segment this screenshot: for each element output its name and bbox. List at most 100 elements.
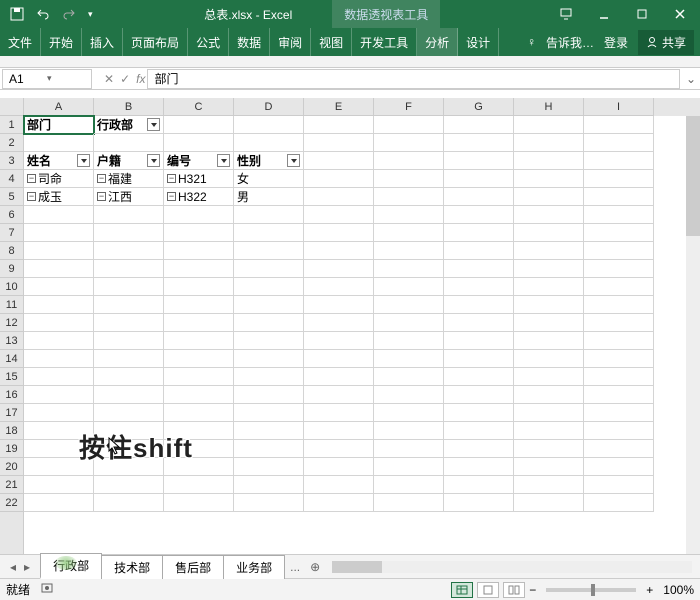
cell[interactable] xyxy=(514,332,584,350)
formula-input[interactable]: 部门 xyxy=(147,69,680,89)
tab-analyze[interactable]: 分析 xyxy=(417,28,458,56)
cell[interactable] xyxy=(514,152,584,170)
cell[interactable] xyxy=(234,350,304,368)
cell[interactable] xyxy=(584,404,654,422)
cell[interactable] xyxy=(234,404,304,422)
login-link[interactable]: 登录 xyxy=(604,34,628,51)
cell[interactable] xyxy=(374,296,444,314)
sheet-tab[interactable]: 技术部 xyxy=(101,555,163,579)
collapse-icon[interactable]: − xyxy=(97,174,106,183)
cell[interactable] xyxy=(164,314,234,332)
cell[interactable] xyxy=(514,260,584,278)
cell[interactable] xyxy=(584,206,654,224)
cell[interactable] xyxy=(94,206,164,224)
cell[interactable]: −H321 xyxy=(164,170,234,188)
cell[interactable] xyxy=(514,368,584,386)
enter-icon[interactable]: ✓ xyxy=(120,72,130,86)
collapse-icon[interactable]: − xyxy=(167,192,176,201)
tab-data[interactable]: 数据 xyxy=(229,28,270,56)
save-icon[interactable] xyxy=(8,5,26,23)
filter-dropdown-icon[interactable] xyxy=(147,154,160,167)
row-header[interactable]: 5 xyxy=(0,188,23,206)
cell[interactable] xyxy=(234,476,304,494)
tab-insert[interactable]: 插入 xyxy=(82,28,123,56)
tab-view[interactable]: 视图 xyxy=(311,28,352,56)
column-header[interactable]: F xyxy=(374,98,444,116)
cell[interactable] xyxy=(374,368,444,386)
cell[interactable] xyxy=(374,260,444,278)
cell[interactable] xyxy=(304,188,374,206)
cell[interactable]: −江西 xyxy=(94,188,164,206)
row-header[interactable]: 10 xyxy=(0,278,23,296)
cell[interactable] xyxy=(94,278,164,296)
zoom-out-button[interactable]: − xyxy=(529,583,536,597)
chevron-down-icon[interactable]: ▾ xyxy=(47,73,85,84)
cell[interactable] xyxy=(24,224,94,242)
cell[interactable] xyxy=(584,170,654,188)
cell[interactable]: 男 xyxy=(234,188,304,206)
cell[interactable] xyxy=(234,494,304,512)
column-header[interactable]: A xyxy=(24,98,94,116)
cell[interactable]: −H322 xyxy=(164,188,234,206)
cell[interactable] xyxy=(444,458,514,476)
row-header[interactable]: 3 xyxy=(0,152,23,170)
cell[interactable] xyxy=(374,350,444,368)
cell[interactable] xyxy=(374,440,444,458)
cell[interactable] xyxy=(514,350,584,368)
name-box[interactable]: A1 ▾ xyxy=(2,69,92,89)
cell[interactable]: 女 xyxy=(234,170,304,188)
cell[interactable] xyxy=(514,116,584,134)
cell[interactable] xyxy=(24,314,94,332)
cell[interactable] xyxy=(374,494,444,512)
collapse-icon[interactable]: − xyxy=(97,192,106,201)
cell[interactable] xyxy=(94,368,164,386)
cell[interactable] xyxy=(164,224,234,242)
collapse-icon[interactable]: − xyxy=(27,192,36,201)
collapse-icon[interactable]: − xyxy=(27,174,36,183)
cell[interactable] xyxy=(514,314,584,332)
cell[interactable] xyxy=(584,476,654,494)
cell[interactable] xyxy=(304,476,374,494)
cell[interactable]: −福建 xyxy=(94,170,164,188)
row-header[interactable]: 4 xyxy=(0,170,23,188)
select-all-corner[interactable] xyxy=(0,98,23,116)
cell[interactable] xyxy=(234,224,304,242)
cell[interactable] xyxy=(584,422,654,440)
cell[interactable] xyxy=(24,206,94,224)
row-header[interactable]: 22 xyxy=(0,494,23,512)
cell[interactable] xyxy=(584,116,654,134)
cell[interactable] xyxy=(234,206,304,224)
macro-record-icon[interactable] xyxy=(40,581,54,598)
cell[interactable] xyxy=(444,188,514,206)
cell[interactable] xyxy=(304,152,374,170)
cell[interactable] xyxy=(444,242,514,260)
cell[interactable] xyxy=(94,296,164,314)
cell[interactable] xyxy=(304,404,374,422)
cell[interactable] xyxy=(444,314,514,332)
sheet-tab[interactable]: 售后部 xyxy=(162,555,224,579)
cell[interactable] xyxy=(164,116,234,134)
column-header[interactable]: D xyxy=(234,98,304,116)
cell[interactable] xyxy=(514,134,584,152)
minimize-icon[interactable] xyxy=(588,3,620,25)
filter-dropdown-icon[interactable] xyxy=(217,154,230,167)
cell[interactable] xyxy=(24,242,94,260)
cell[interactable] xyxy=(444,404,514,422)
cell[interactable] xyxy=(304,260,374,278)
cell[interactable] xyxy=(234,332,304,350)
cell[interactable] xyxy=(584,332,654,350)
ribbon-options-icon[interactable] xyxy=(550,3,582,25)
zoom-in-button[interactable]: + xyxy=(646,583,653,597)
filter-dropdown-icon[interactable] xyxy=(147,118,160,131)
cell[interactable] xyxy=(374,134,444,152)
row-header[interactable]: 6 xyxy=(0,206,23,224)
cell[interactable] xyxy=(24,350,94,368)
cell[interactable] xyxy=(374,458,444,476)
cell[interactable] xyxy=(164,350,234,368)
row-header[interactable]: 8 xyxy=(0,242,23,260)
cell[interactable] xyxy=(514,188,584,206)
row-header[interactable]: 13 xyxy=(0,332,23,350)
cell[interactable] xyxy=(304,224,374,242)
cell[interactable] xyxy=(24,332,94,350)
cell[interactable] xyxy=(94,350,164,368)
